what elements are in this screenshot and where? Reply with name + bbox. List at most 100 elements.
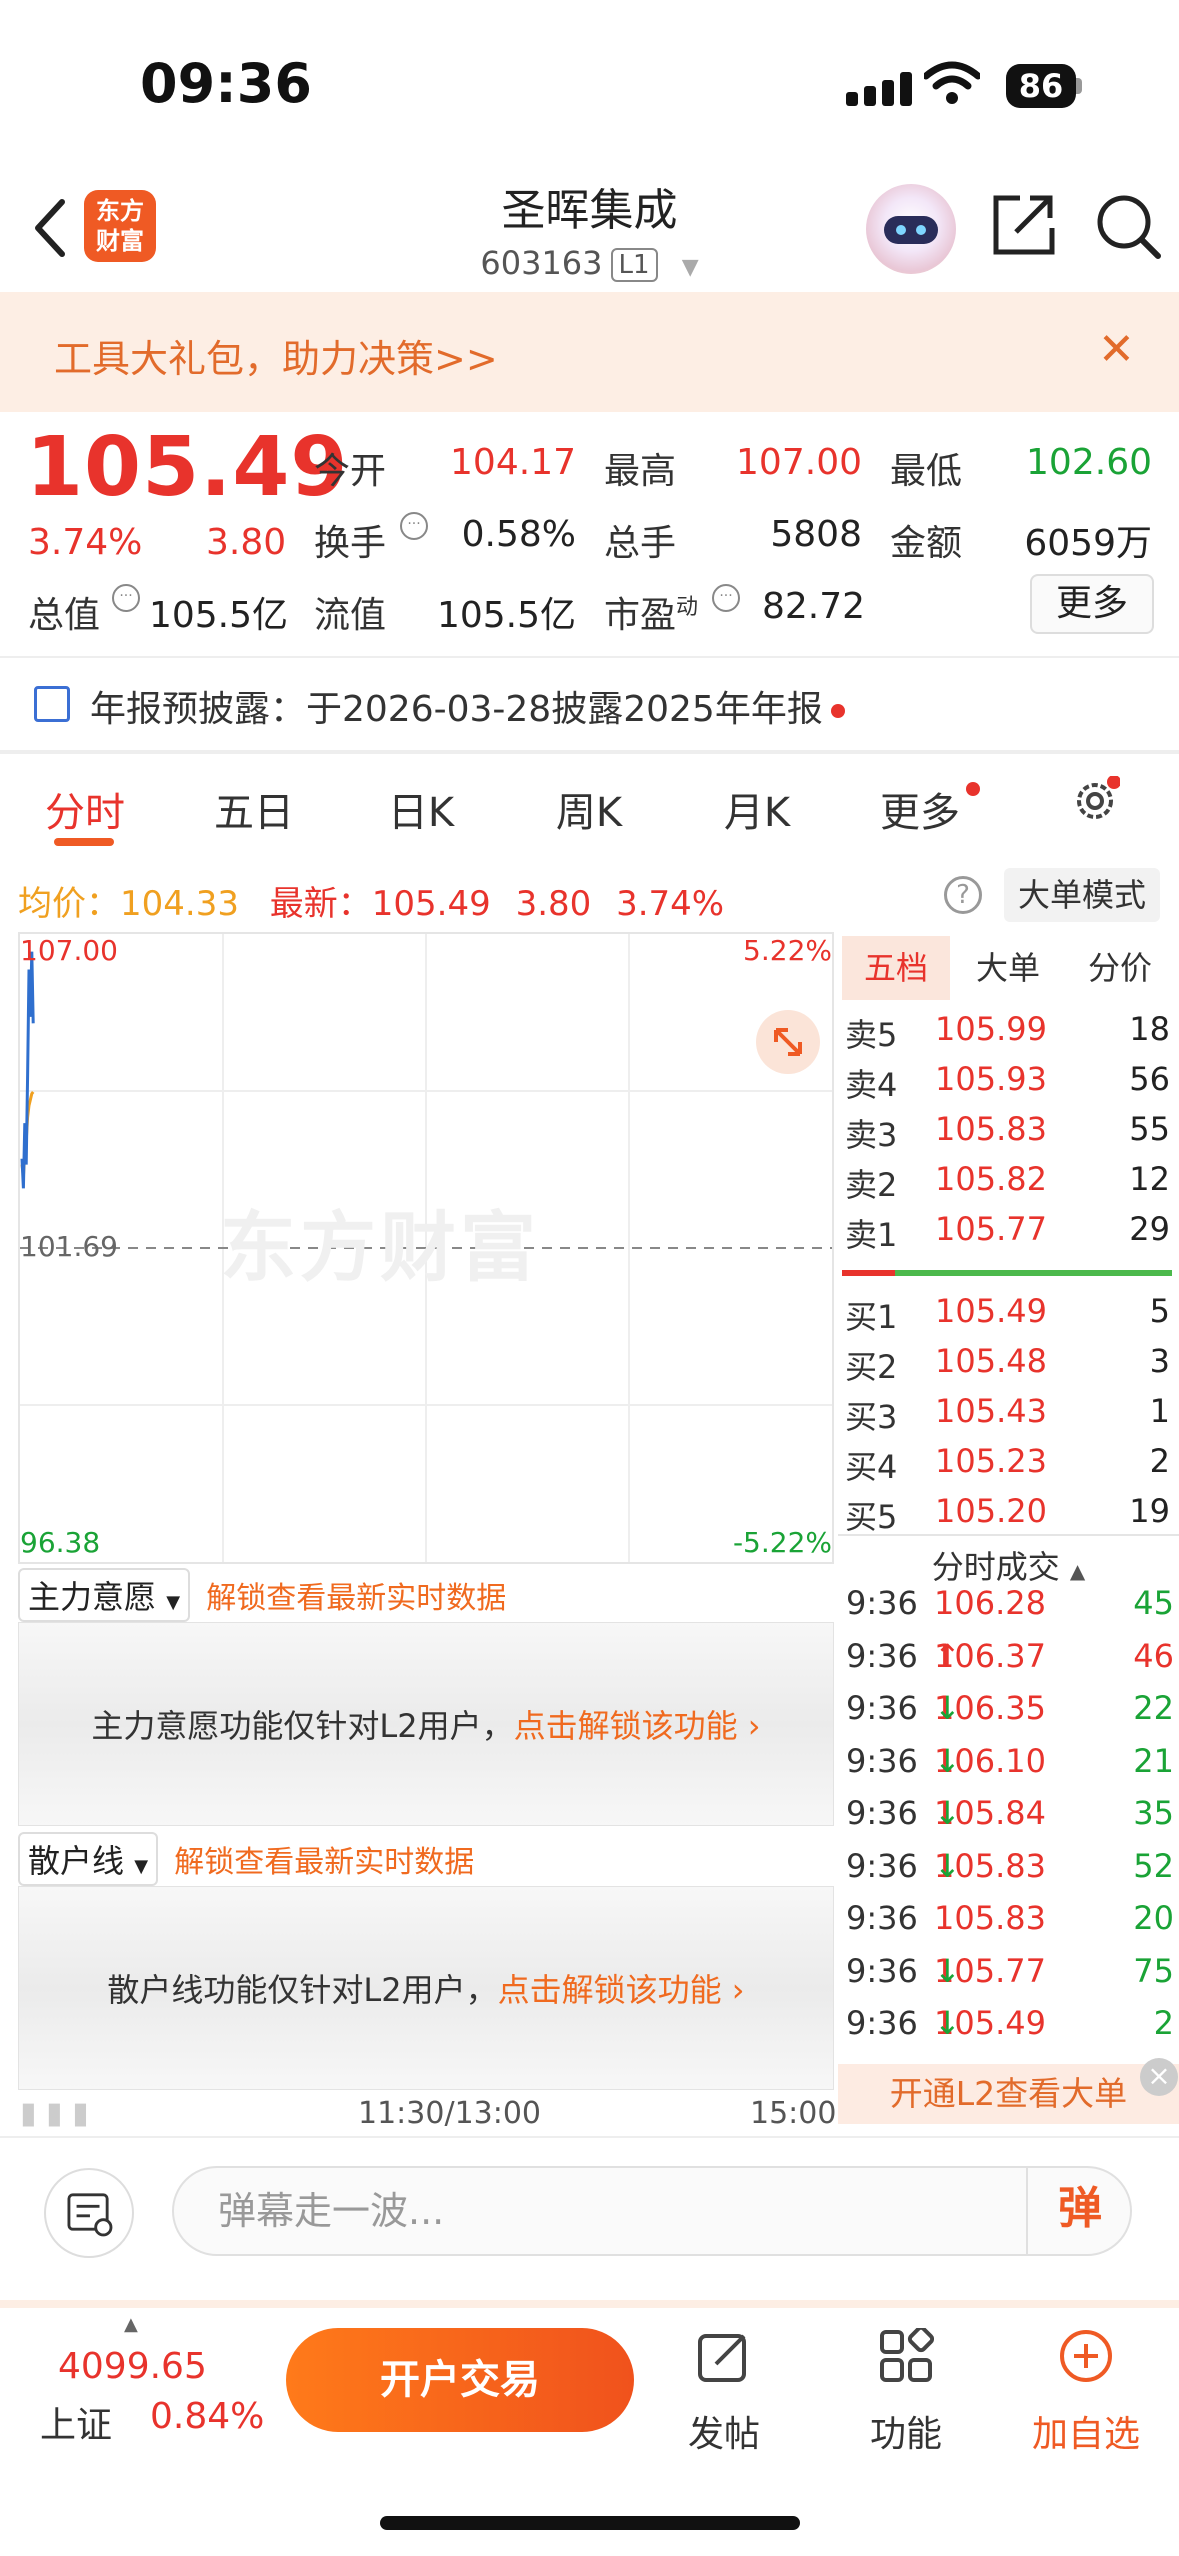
pct-axis-bottom-label: -5.22% <box>732 1526 832 1559</box>
trade-volume: 2 <box>1153 2004 1174 2042</box>
plus-circle-icon <box>1060 2330 1112 2382</box>
trade-row: 9:36 105.77 ↓ 75 <box>846 1951 1174 1990</box>
main-force-lock-text: 主力意愿功能仅针对L2用户，点击解锁该功能 › <box>91 1707 761 1745</box>
search-icon[interactable] <box>1096 194 1162 260</box>
trade-row: 9:36 106.37 ↑ 46 <box>846 1636 1174 1675</box>
tab-intraday[interactable]: 分时 <box>40 780 130 838</box>
trade-volume: 46 <box>1133 1636 1174 1675</box>
index-value[interactable]: 4099.65 <box>58 2346 207 2387</box>
price-line <box>20 951 35 1189</box>
y-axis-mid-label: 101.69 <box>20 1230 118 1263</box>
x-axis-end-label: 15:00 <box>750 2096 837 2131</box>
latest-label: 最新： <box>269 884 372 924</box>
notice-text: 年报预披露：于2026-03-28披露2025年年报 <box>90 689 823 730</box>
main-force-select[interactable]: 主力意愿 ▼ <box>18 1568 191 1622</box>
trade-row: 9:36 105.83 ↓ 52 <box>846 1846 1174 1885</box>
trade-time: 9:36 <box>846 1741 918 1780</box>
notice-bar[interactable]: 年报预披露：于2026-03-28披露2025年年报 <box>90 680 845 732</box>
trades-title[interactable]: 分时成交 ▲ <box>838 1542 1179 1588</box>
add-watchlist-button[interactable]: 加自选 <box>1016 2328 1156 2457</box>
ai-assistant-avatar[interactable] <box>866 184 956 274</box>
trade-time: 9:36 <box>846 1951 918 1990</box>
ask-row: 卖1 105.77 29 <box>845 1210 1170 1254</box>
latest-value: 105.49 <box>371 884 491 924</box>
trade-volume: 52 <box>1133 1846 1174 1885</box>
tab-more[interactable]: 更多 <box>870 780 980 838</box>
trade-volume: 45 <box>1133 1584 1174 1622</box>
amount-value: 6059万 <box>1024 523 1152 564</box>
y-axis-bottom-label: 96.38 <box>20 1526 101 1559</box>
scroll-hint-icon: ▮ ▮ ▮ <box>20 2096 89 2131</box>
volume-label: 总手 <box>604 523 677 564</box>
ask-row: 卖3 105.83 55 <box>845 1110 1170 1154</box>
share-icon[interactable] <box>990 192 1058 258</box>
big-order-mode-button[interactable]: 大单模式 <box>1004 868 1160 922</box>
retail-select[interactable]: 散户线 ▼ <box>18 1832 159 1886</box>
promo-text[interactable]: 工具大礼包，助力决策>> <box>54 328 498 383</box>
danmu-settings-icon[interactable] <box>44 2168 134 2258</box>
unlock-link[interactable]: 解锁查看最新实时数据 <box>206 1581 506 1616</box>
danmu-toggle-button[interactable]: 弹 <box>1026 2166 1132 2256</box>
change-pct: 3.74% <box>28 522 143 563</box>
retail-panel[interactable]: 散户线功能仅针对L2用户，点击解锁该功能 › <box>18 1886 834 2090</box>
latest-change: 3.80 <box>515 884 592 924</box>
tab-five-day[interactable]: 五日 <box>204 780 304 838</box>
tab-month-k[interactable]: 月K <box>712 780 802 838</box>
mktcap-value: 105.5亿 <box>148 595 288 636</box>
divider <box>0 656 1179 658</box>
turnover-value: 0.58% <box>461 514 576 555</box>
more-dot <box>966 782 980 796</box>
trade-volume: 35 <box>1133 1794 1174 1832</box>
features-label: 功能 <box>869 2414 942 2455</box>
watermark: 东方财富 <box>220 1203 540 1292</box>
gear-icon[interactable] <box>1070 776 1120 826</box>
float-label: 流值 <box>314 595 387 636</box>
index-change-pct[interactable]: 0.84% <box>150 2396 264 2437</box>
pct-axis-top-label: 5.22% <box>743 934 832 967</box>
open-label: 今开 <box>314 451 387 492</box>
post-button[interactable]: 发帖 <box>654 2328 794 2457</box>
tab-five-levels[interactable]: 五档 <box>842 936 950 1000</box>
turnover-label: 换手 <box>314 523 387 564</box>
close-icon[interactable]: × <box>1140 2058 1178 2096</box>
index-name[interactable]: 上证 <box>40 2396 112 2448</box>
open-account-trade-button[interactable]: 开户交易 <box>286 2328 634 2432</box>
main-force-panel[interactable]: 主力意愿功能仅针对L2用户，点击解锁该功能 › <box>18 1622 834 1826</box>
cellular-signal-icon <box>846 72 926 106</box>
info-dots-icon[interactable]: ··· <box>712 584 740 612</box>
trade-volume: 75 <box>1133 1951 1174 1990</box>
unlock-link[interactable]: 解锁查看最新实时数据 <box>174 1845 474 1880</box>
tab-price-distribution[interactable]: 分价 <box>1066 936 1174 1000</box>
post-label: 发帖 <box>687 2414 760 2455</box>
current-price: 105.49 <box>26 420 349 515</box>
info-dots-icon[interactable]: ··· <box>112 584 140 612</box>
features-button[interactable]: 功能 <box>836 2325 976 2457</box>
expand-icon[interactable] <box>756 1010 820 1074</box>
pe-value: 82.72 <box>762 586 866 627</box>
price-info-line: 均价：104.33 最新：105.49 3.80 3.74% <box>18 876 724 925</box>
more-button[interactable]: 更多 <box>1030 574 1154 634</box>
l2-upgrade-banner[interactable]: 开通L2查看大单 <box>838 2064 1179 2124</box>
unlock-action[interactable]: 点击解锁该功能 <box>514 1707 738 1745</box>
pe-label: 市盈动 <box>604 595 699 636</box>
x-axis-mid-label: 11:30/13:00 <box>358 2096 542 2131</box>
wifi-icon <box>924 61 980 104</box>
tab-week-k[interactable]: 周K <box>544 780 634 838</box>
avg-label: 均价： <box>18 884 120 924</box>
caret-up-icon: ▲ <box>1069 1559 1086 1583</box>
mktcap-label: 总值 <box>28 595 101 636</box>
unlock-action[interactable]: 点击解锁该功能 <box>498 1971 722 2009</box>
ask-row: 卖4 105.93 56 <box>845 1060 1170 1104</box>
tab-underline <box>54 838 114 846</box>
trade-time: 9:36 <box>846 1794 918 1832</box>
tab-big-orders[interactable]: 大单 <box>954 936 1062 1000</box>
stock-code: 603163 <box>480 244 603 282</box>
notice-dot <box>830 704 845 718</box>
level-badge: L1 <box>610 248 658 282</box>
danmu-input[interactable]: 弹幕走一波... <box>172 2166 1132 2256</box>
help-icon[interactable]: ? <box>944 876 982 914</box>
tab-day-k[interactable]: 日K <box>376 780 466 838</box>
battery-level: 86 <box>1006 64 1076 108</box>
main-force-header: 主力意愿 ▼ 解锁查看最新实时数据 <box>18 1568 506 1628</box>
close-icon[interactable]: ✕ <box>1098 328 1135 372</box>
